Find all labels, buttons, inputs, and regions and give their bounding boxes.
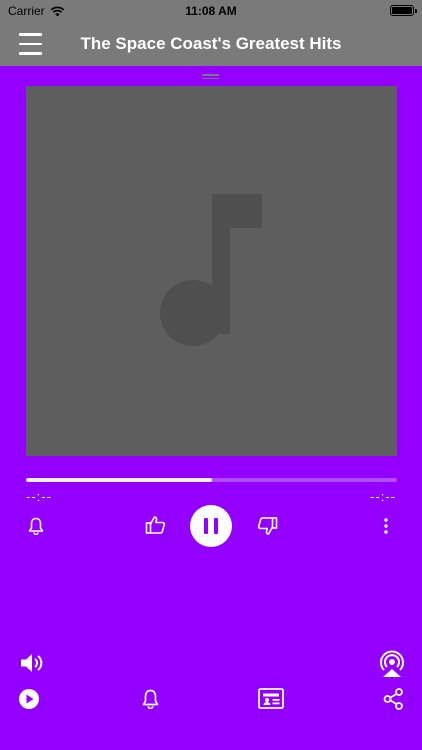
airplay-icon[interactable] <box>378 650 406 678</box>
pause-button[interactable] <box>190 505 232 547</box>
contact-card-icon[interactable] <box>258 688 284 709</box>
page-title: The Space Coast's Greatest Hits <box>80 34 342 53</box>
progress-slider[interactable] <box>26 478 397 482</box>
bell-icon[interactable] <box>142 689 159 709</box>
battery-icon <box>390 5 417 16</box>
thumbs-down-icon[interactable] <box>257 516 278 536</box>
share-icon[interactable] <box>383 688 404 710</box>
elapsed-time: --:-- <box>26 489 52 504</box>
album-artwork <box>26 86 397 456</box>
thumbs-up-icon[interactable] <box>145 515 166 535</box>
volume-icon[interactable] <box>19 652 45 674</box>
status-time: 11:08 AM <box>185 4 237 18</box>
play-circle-icon[interactable] <box>18 688 40 710</box>
music-note-icon <box>160 194 262 346</box>
progress-fill <box>26 478 212 482</box>
status-bar: Carrier 11:08 AM <box>0 0 422 22</box>
drag-handle-icon[interactable] <box>202 74 219 79</box>
bell-icon[interactable] <box>28 517 44 535</box>
remaining-time: --:-- <box>370 489 396 504</box>
more-vertical-icon[interactable] <box>382 517 390 535</box>
nav-bar: The Space Coast's Greatest Hits <box>0 22 422 66</box>
pause-icon <box>204 518 208 534</box>
